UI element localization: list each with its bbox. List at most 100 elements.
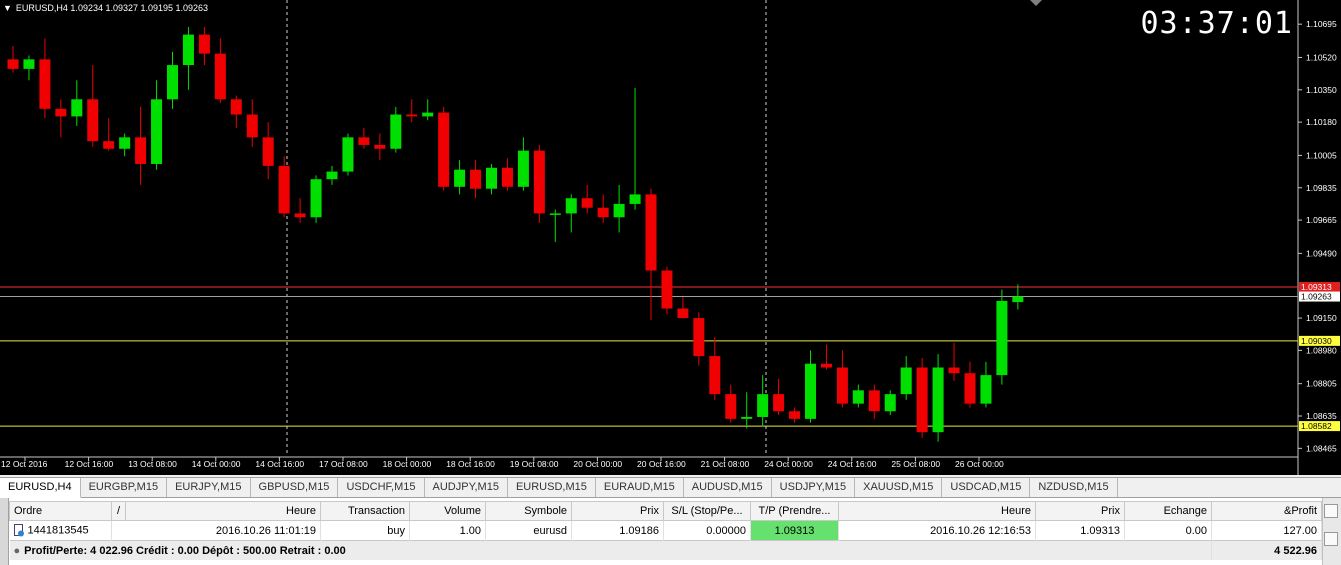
chart-tab[interactable]: EURGBP,M15 [81,478,168,497]
candle-body [310,179,322,218]
candle-body [406,114,418,117]
candle-body [852,390,864,404]
candle-body [135,137,147,164]
column-header[interactable]: / [111,501,126,521]
price-level-label: 1.08582 [1301,421,1332,431]
shift-marker-icon [1030,0,1042,6]
candle-body [693,318,705,357]
summary-row: ● Profit/Perte: 4 022.96 Crédit : 0.00 Dé… [9,540,1322,560]
price-cell: 1.09186 [571,520,664,541]
table-row[interactable]: 1441813545 2016.10.26 11:01:19 buy 1.00 … [9,520,1322,541]
price-chart[interactable]: 1.10695 1.10520 1.10350 1.10180 1.10005 1.098… [0,0,1341,475]
candle-body [932,367,944,433]
column-header[interactable]: Heure [125,501,321,521]
time-tick-label: 12 Oct 16:00 [65,459,114,469]
chart-tab[interactable]: AUDUSD,M15 [684,478,772,497]
candle-body [565,198,577,214]
vertical-scrollbar[interactable] [1322,498,1341,565]
candle-body [358,137,370,145]
candle-body [549,213,561,215]
terminal-panel: Ordre / Heure Transaction Volume Symbole Prix S… [0,498,1341,565]
time-tick-label: 24 Oct 00:00 [764,459,813,469]
chart-tab[interactable]: XAUUSD,M15 [855,478,943,497]
candle-body [533,150,545,214]
price-tick-label: 1.09835 [1306,183,1337,193]
column-header[interactable]: &Profit [1211,501,1322,521]
chart-tab[interactable]: NZDUSD,M15 [1030,478,1118,497]
scroll-down-button[interactable] [1324,532,1338,546]
time-tick-label: 21 Oct 08:00 [701,459,750,469]
column-header[interactable]: Volume [409,501,486,521]
chart-tab[interactable]: AUDJPY,M15 [425,478,508,497]
price-level-label: 1.09263 [1301,292,1332,302]
column-header[interactable]: Ordre [9,501,112,521]
price-tick-label: 1.10520 [1306,52,1337,62]
time-tick-label: 24 Oct 16:00 [828,459,877,469]
candle-body [230,99,242,115]
column-header[interactable]: T/P (Prendre... [750,501,839,521]
chart-tab[interactable]: EURJPY,M15 [167,478,251,497]
candle-body [741,416,753,419]
chart-tab[interactable]: USDJPY,M15 [772,478,856,497]
price-tick-label: 1.09665 [1306,215,1337,225]
summary-bullet-icon: ● [13,544,21,557]
chart-tab[interactable]: EURAUD,M15 [596,478,684,497]
column-header[interactable]: Transaction [320,501,410,521]
column-header[interactable]: Prix [1035,501,1125,521]
candle-body [836,367,848,404]
column-header[interactable]: Echange [1124,501,1212,521]
candlestick-chart-svg[interactable]: 1.10695 1.10520 1.10350 1.10180 1.10005 1.098… [0,0,1341,475]
candle-body [709,356,721,395]
chart-tabs: EURUSD,H4 EURGBP,M15 EURJPY,M15 GBPUSD,M15 U… [0,477,1341,498]
dropdown-triangle-icon[interactable]: ▼ [3,3,12,13]
column-header[interactable]: Heure [838,501,1036,521]
chart-tab[interactable]: USDCAD,M15 [942,478,1031,497]
account-summary: ● Profit/Perte: 4 022.96 Crédit : 0.00 Dé… [9,540,1212,560]
candle-body [87,99,99,142]
table-header-row: Ordre / Heure Transaction Volume Symbole Prix S… [9,501,1322,521]
chart-tab[interactable]: EURUSD,M15 [508,478,596,497]
candle-body [501,167,513,187]
candle-body [198,34,210,54]
candle-body [422,112,434,117]
candle-body [964,373,976,404]
price-level-label: 1.09030 [1301,336,1332,346]
time-tick-label: 20 Oct 00:00 [573,459,622,469]
symbol-cell: eurusd [485,520,572,541]
candle-body [262,137,274,166]
price-tick-label: 1.10350 [1306,85,1337,95]
candle-body [246,114,258,138]
scroll-up-button[interactable] [1324,504,1338,518]
column-header[interactable]: Prix [571,501,664,521]
candle-body [677,308,689,319]
sl-cell: 0.00000 [663,520,751,541]
price-tick-label: 1.08805 [1306,379,1337,389]
time-tick-label: 14 Oct 00:00 [192,459,241,469]
candle-body [820,363,832,368]
price-tick-label: 1.09490 [1306,248,1337,258]
candle-body [342,137,354,172]
candle-body [23,59,35,69]
chart-tab[interactable]: USDCHF,M15 [338,478,425,497]
profit-cell: 127.00 [1211,520,1322,541]
candle-body [326,171,338,180]
candle-body [884,394,896,412]
column-header[interactable]: Symbole [485,501,572,521]
close-time-cell: 2016.10.26 12:16:53 [838,520,1036,541]
candle-body [996,300,1008,376]
symbol-info: ▼ EURUSD,H4 1.09234 1.09327 1.09195 1.092… [3,3,209,13]
price-tick-label: 1.10005 [1306,150,1337,160]
time-tick-label: 20 Oct 16:00 [637,459,686,469]
candle-body [390,114,402,149]
chart-tab[interactable]: GBPUSD,M15 [251,478,339,497]
candle-body [757,394,769,417]
price-tick-label: 1.08635 [1306,411,1337,421]
time-tick-label: 13 Oct 08:00 [128,459,177,469]
candle-body [805,363,816,419]
chart-tab[interactable]: EURUSD,H4 [0,478,81,498]
order-cell[interactable]: 1441813545 [9,520,112,541]
terminal-side-handle[interactable] [0,498,9,565]
candle-body [454,169,466,187]
column-header[interactable]: S/L (Stop/Pe... [663,501,751,521]
candle-body [151,99,163,164]
